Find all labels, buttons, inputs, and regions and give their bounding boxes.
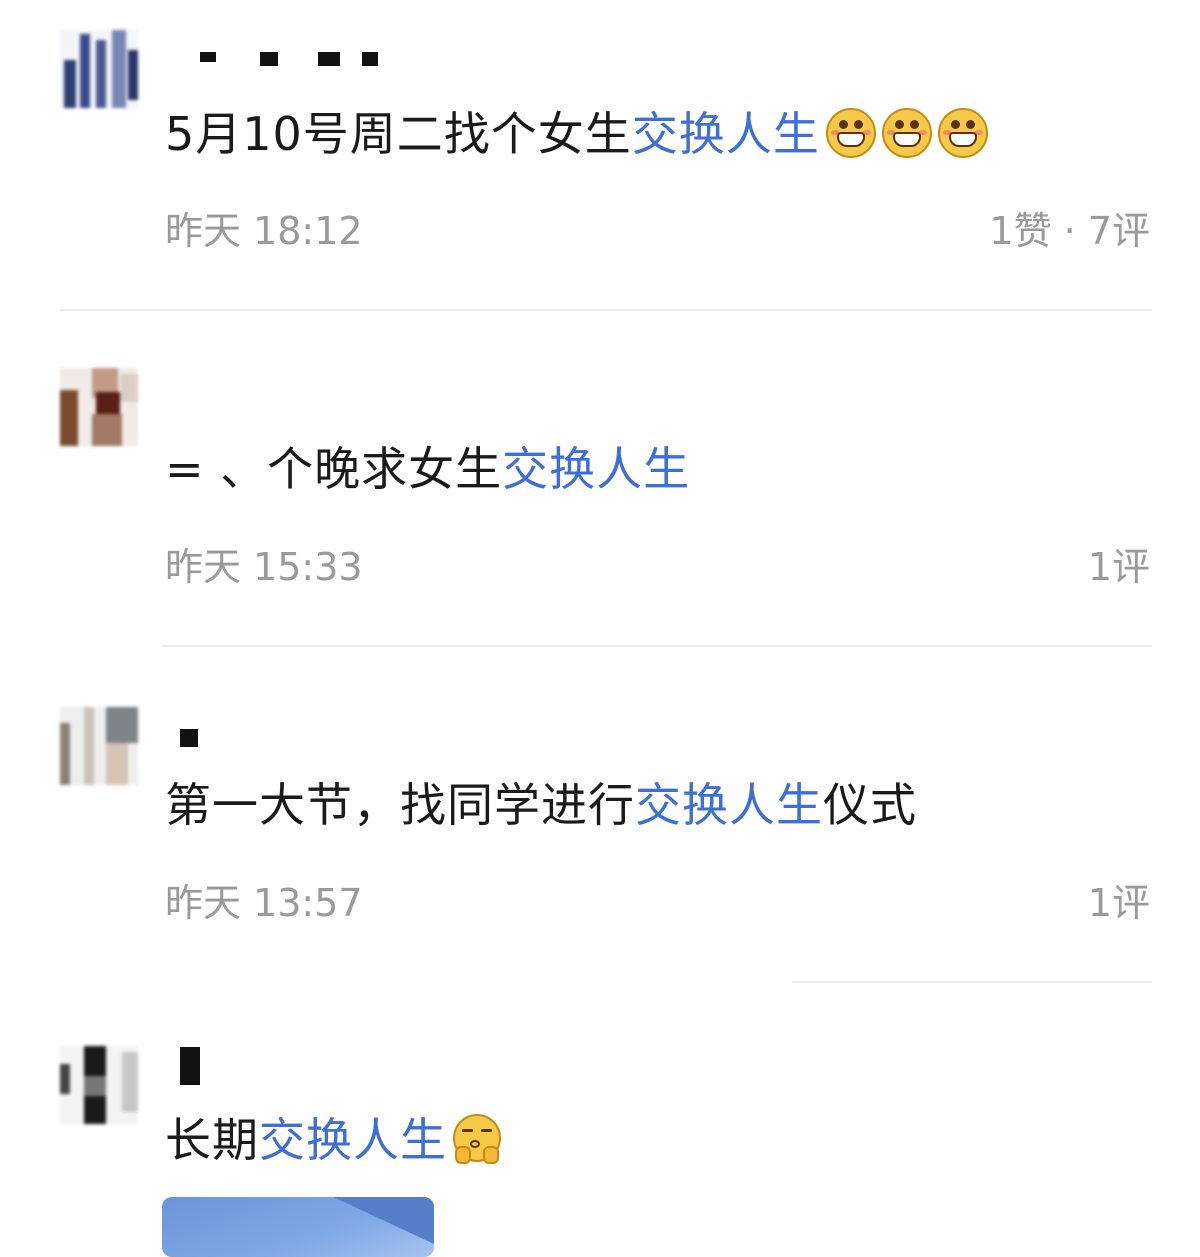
grinning-squint-emoji-icon: [937, 108, 988, 158]
post-stats[interactable]: 1赞 · 7评: [989, 208, 1150, 254]
post-1[interactable]: 5月10号周二找个女生交换人生 昨天 18:12 1赞 · 7评: [0, 0, 1200, 310]
topic-link[interactable]: 交换人生: [635, 778, 823, 832]
post-stats[interactable]: 1评: [1088, 544, 1150, 590]
topic-link[interactable]: 交换人生: [632, 107, 820, 161]
avatar[interactable]: [60, 707, 138, 785]
hugging-face-emoji-icon: [451, 1114, 503, 1166]
moments-feed: 5月10号周二找个女生交换人生 昨天 18:12 1赞 · 7评 = 、个晚求女…: [0, 0, 1200, 1257]
post-3[interactable]: 第一大节，找同学进行交换人生仪式 昨天 13:57 1评: [0, 647, 1200, 982]
grinning-squint-emoji-icon: [825, 108, 876, 158]
post-stats[interactable]: 1评: [1088, 880, 1150, 926]
post-timestamp: 昨天 15:33: [165, 545, 363, 589]
grinning-squint-emoji-icon: [881, 108, 932, 158]
post-text-body: = 、个晚求女生: [165, 442, 503, 496]
post-timestamp: 昨天 18:12: [165, 209, 363, 253]
post-text-body: 长期: [165, 1113, 259, 1167]
avatar[interactable]: [60, 368, 138, 446]
post-2[interactable]: = 、个晚求女生交换人生 昨天 15:33 1评: [0, 311, 1200, 646]
avatar[interactable]: [60, 30, 138, 108]
post-text-body-tail: 仪式: [823, 778, 917, 832]
post-text-body: 5月10号周二找个女生: [165, 107, 632, 161]
post-text: 5月10号周二找个女生交换人生: [165, 104, 988, 164]
post-image-thumbnail[interactable]: [162, 1197, 434, 1257]
post-timestamp: 昨天 13:57: [165, 881, 363, 925]
topic-link[interactable]: 交换人生: [259, 1113, 447, 1167]
post-text: 第一大节，找同学进行交换人生仪式: [165, 775, 917, 835]
post-text: = 、个晚求女生交换人生: [165, 439, 690, 499]
post-text-body: 第一大节，找同学进行: [165, 778, 635, 832]
post-text: 长期交换人生: [165, 1110, 503, 1170]
topic-link[interactable]: 交换人生: [502, 442, 690, 496]
avatar[interactable]: [60, 1046, 138, 1124]
